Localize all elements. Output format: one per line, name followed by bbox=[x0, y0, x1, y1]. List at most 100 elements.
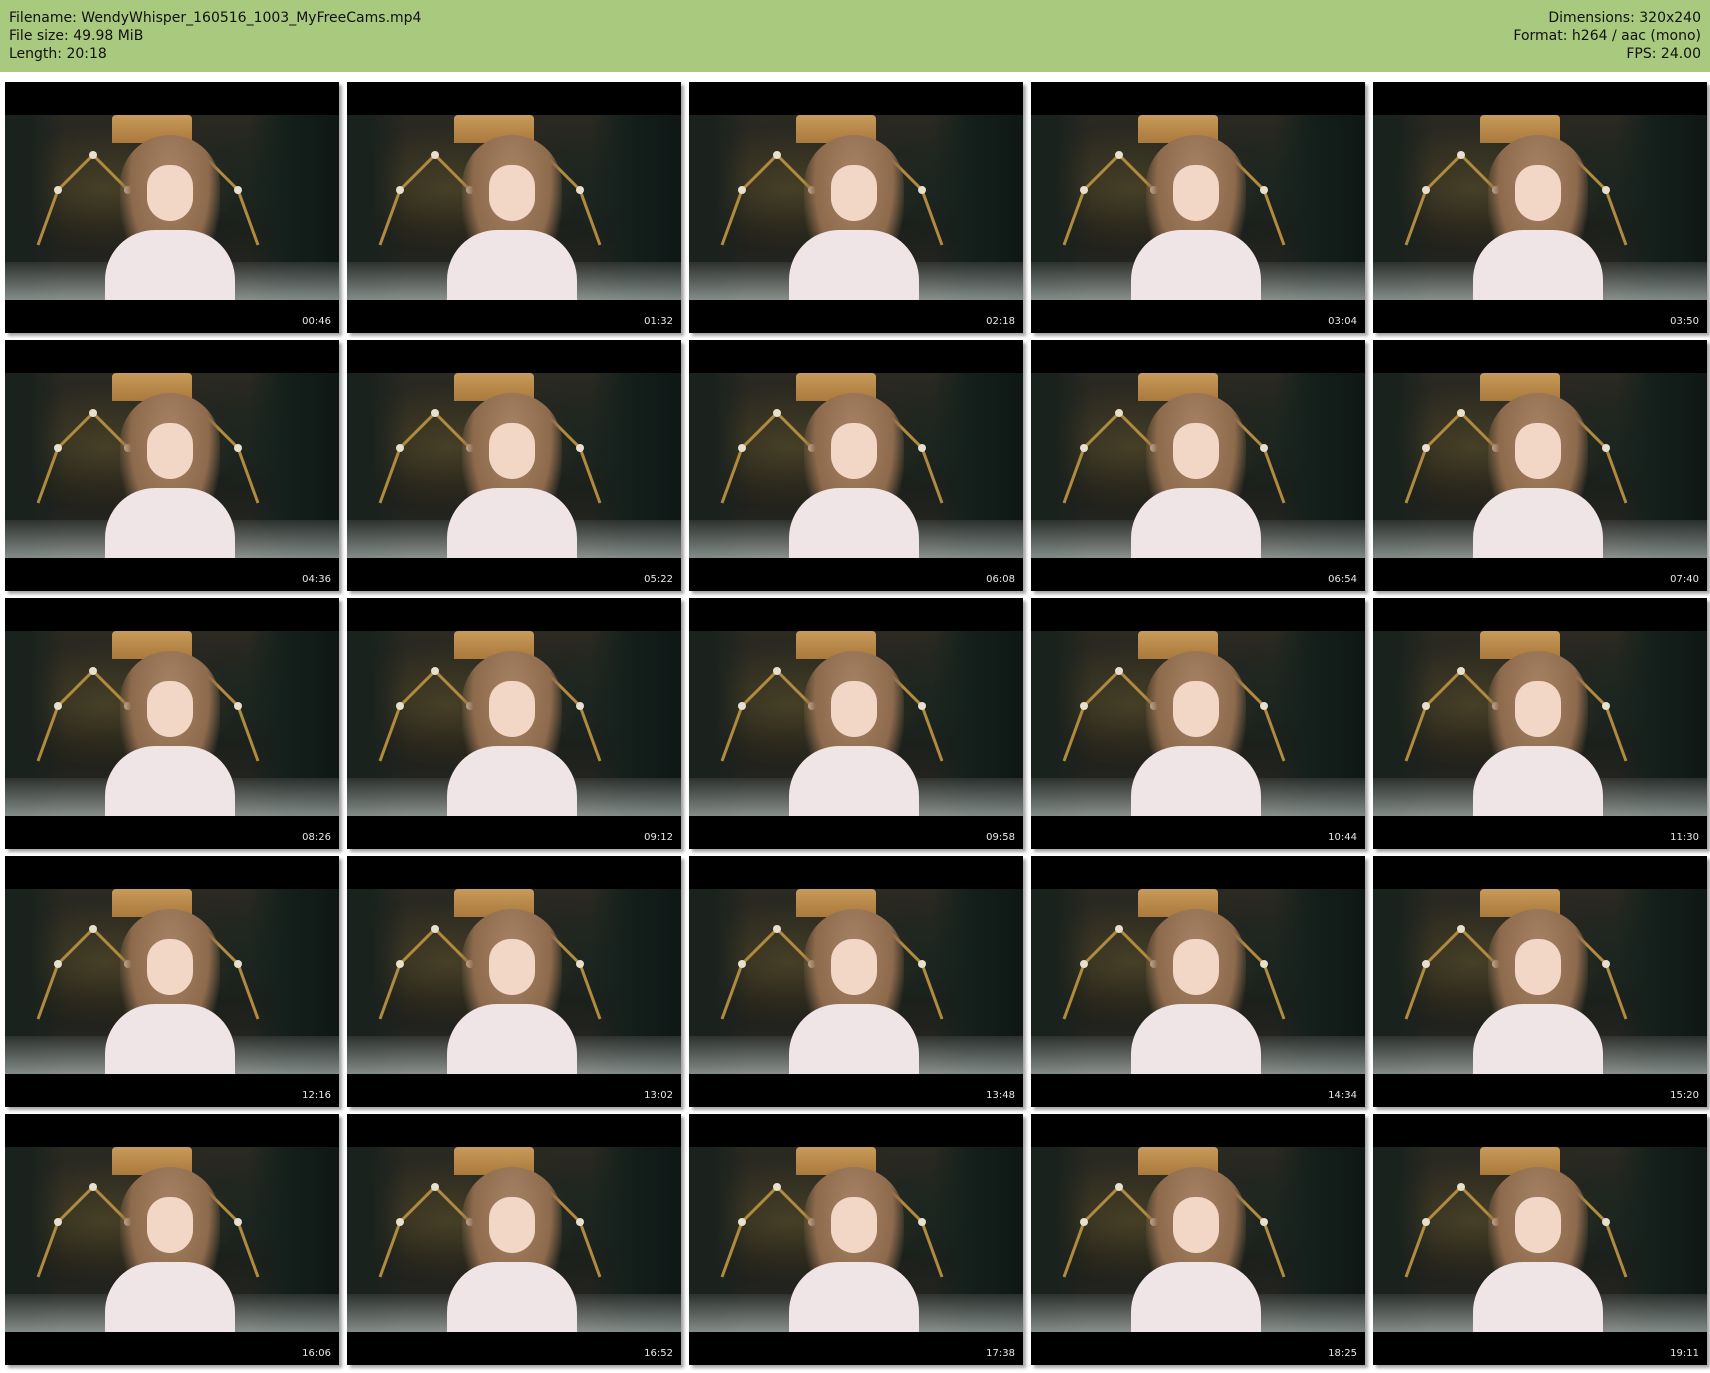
video-thumbnail: 13:02 bbox=[347, 856, 681, 1107]
video-frame-image bbox=[1373, 631, 1707, 816]
video-frame-image bbox=[347, 115, 681, 300]
video-frame-image bbox=[689, 889, 1023, 1074]
video-thumbnail: 05:22 bbox=[347, 340, 681, 591]
thumbnail-timestamp: 16:06 bbox=[302, 1348, 331, 1359]
face-shape bbox=[831, 423, 877, 479]
thumbnail-timestamp: 02:18 bbox=[986, 316, 1015, 327]
person-figure bbox=[784, 909, 924, 1074]
shirt-shape bbox=[1131, 488, 1261, 558]
shirt-shape bbox=[1131, 1004, 1261, 1074]
video-frame-image bbox=[347, 889, 681, 1074]
person-figure bbox=[100, 135, 240, 300]
video-frame-image bbox=[347, 631, 681, 816]
video-thumbnail: 16:52 bbox=[347, 1114, 681, 1365]
shirt-shape bbox=[789, 488, 919, 558]
thumbnail-timestamp: 09:12 bbox=[644, 832, 673, 843]
info-header: Filename: WendyWhisper_160516_1003_MyFre… bbox=[0, 0, 1710, 72]
video-thumbnail: 06:08 bbox=[689, 340, 1023, 591]
face-shape bbox=[1515, 165, 1561, 221]
thumbnail-grid: 00:46 01:32 02:18 03:04 03:50 04:36 05:2… bbox=[5, 82, 1707, 1370]
video-frame-image bbox=[1373, 1147, 1707, 1332]
shirt-shape bbox=[1473, 488, 1603, 558]
video-frame-image bbox=[1031, 115, 1365, 300]
thumbnail-timestamp: 05:22 bbox=[644, 574, 673, 585]
video-frame-image bbox=[689, 115, 1023, 300]
thumbnail-timestamp: 06:54 bbox=[1328, 574, 1357, 585]
fps-text: FPS: 24.00 bbox=[1626, 46, 1701, 62]
thumbnail-timestamp: 12:16 bbox=[302, 1090, 331, 1101]
video-thumbnail: 08:26 bbox=[5, 598, 339, 849]
face-shape bbox=[831, 681, 877, 737]
person-figure bbox=[1468, 909, 1608, 1074]
shirt-shape bbox=[105, 1004, 235, 1074]
face-shape bbox=[489, 423, 535, 479]
shirt-shape bbox=[789, 230, 919, 300]
thumbnail-timestamp: 07:40 bbox=[1670, 574, 1699, 585]
shirt-shape bbox=[105, 230, 235, 300]
thumbnail-timestamp: 19:11 bbox=[1670, 1348, 1699, 1359]
shirt-shape bbox=[447, 230, 577, 300]
video-thumbnail: 14:34 bbox=[1031, 856, 1365, 1107]
person-figure bbox=[1126, 1167, 1266, 1332]
person-figure bbox=[442, 651, 582, 816]
shirt-shape bbox=[447, 1262, 577, 1332]
face-shape bbox=[1173, 681, 1219, 737]
shirt-shape bbox=[1473, 230, 1603, 300]
file-info-left: Filename: WendyWhisper_160516_1003_MyFre… bbox=[9, 9, 421, 63]
video-frame-image bbox=[5, 889, 339, 1074]
video-thumbnail: 18:25 bbox=[1031, 1114, 1365, 1365]
thumbnail-timestamp: 11:30 bbox=[1670, 832, 1699, 843]
face-shape bbox=[1515, 939, 1561, 995]
person-figure bbox=[100, 393, 240, 558]
thumbnail-timestamp: 16:52 bbox=[644, 1348, 673, 1359]
shirt-shape bbox=[447, 1004, 577, 1074]
thumbnail-timestamp: 06:08 bbox=[986, 574, 1015, 585]
face-shape bbox=[1173, 423, 1219, 479]
shirt-shape bbox=[1131, 1262, 1261, 1332]
thumbnail-timestamp: 03:04 bbox=[1328, 316, 1357, 327]
shirt-shape bbox=[1131, 746, 1261, 816]
shirt-shape bbox=[105, 746, 235, 816]
face-shape bbox=[147, 681, 193, 737]
video-frame-image bbox=[5, 373, 339, 558]
video-thumbnail: 07:40 bbox=[1373, 340, 1707, 591]
video-thumbnail: 17:38 bbox=[689, 1114, 1023, 1365]
video-thumbnail: 06:54 bbox=[1031, 340, 1365, 591]
face-shape bbox=[147, 423, 193, 479]
shirt-shape bbox=[1473, 746, 1603, 816]
video-thumbnail: 02:18 bbox=[689, 82, 1023, 333]
person-figure bbox=[442, 909, 582, 1074]
face-shape bbox=[1515, 681, 1561, 737]
video-frame-image bbox=[1031, 889, 1365, 1074]
face-shape bbox=[489, 1197, 535, 1253]
video-thumbnail: 13:48 bbox=[689, 856, 1023, 1107]
face-shape bbox=[1515, 1197, 1561, 1253]
face-shape bbox=[831, 1197, 877, 1253]
video-thumbnail: 01:32 bbox=[347, 82, 681, 333]
person-figure bbox=[1468, 651, 1608, 816]
video-thumbnail: 00:46 bbox=[5, 82, 339, 333]
person-figure bbox=[1126, 135, 1266, 300]
video-frame-image bbox=[5, 1147, 339, 1332]
person-figure bbox=[442, 135, 582, 300]
format-text: Format: h264 / aac (mono) bbox=[1513, 28, 1701, 44]
shirt-shape bbox=[1473, 1004, 1603, 1074]
video-frame-image bbox=[689, 1147, 1023, 1332]
face-shape bbox=[489, 681, 535, 737]
filename-text: Filename: WendyWhisper_160516_1003_MyFre… bbox=[9, 10, 422, 26]
video-thumbnail: 09:58 bbox=[689, 598, 1023, 849]
person-figure bbox=[784, 393, 924, 558]
video-frame-image bbox=[1373, 373, 1707, 558]
video-thumbnail: 04:36 bbox=[5, 340, 339, 591]
person-figure bbox=[1468, 1167, 1608, 1332]
video-thumbnail: 03:50 bbox=[1373, 82, 1707, 333]
face-shape bbox=[1173, 165, 1219, 221]
thumbnail-timestamp: 10:44 bbox=[1328, 832, 1357, 843]
shirt-shape bbox=[1473, 1262, 1603, 1332]
thumbnail-timestamp: 03:50 bbox=[1670, 316, 1699, 327]
video-frame-image bbox=[347, 1147, 681, 1332]
shirt-shape bbox=[447, 746, 577, 816]
filesize-text: File size: 49.98 MiB bbox=[9, 28, 144, 44]
face-shape bbox=[147, 1197, 193, 1253]
shirt-shape bbox=[447, 488, 577, 558]
